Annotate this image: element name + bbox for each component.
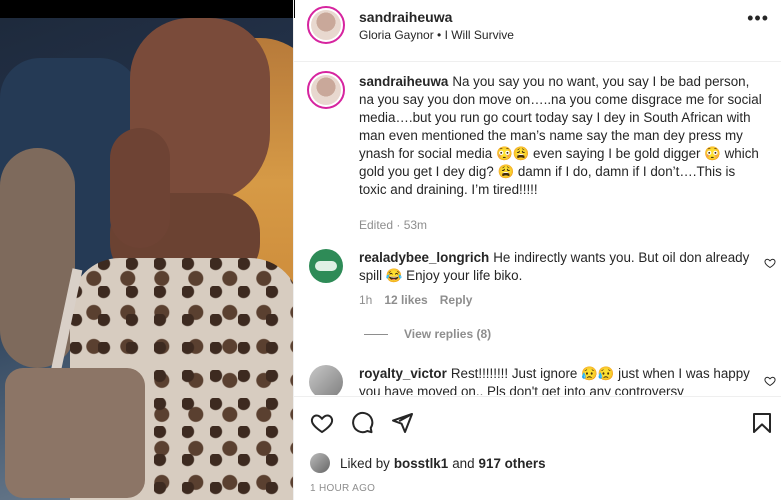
caption-text: Na you say you no want, you say I be bad… [359,74,762,197]
liked-by-prefix: Liked by [340,455,390,471]
post-modal: sandraiheuwa Gloria Gaynor • I Will Surv… [0,0,781,500]
heart-icon[interactable] [764,375,776,387]
caption-meta: Edited · 53m [359,218,428,232]
share-icon[interactable] [390,411,414,435]
post-username[interactable]: sandraiheuwa [359,9,452,25]
avatar[interactable] [309,365,343,395]
view-replies-label: View replies (8) [404,327,492,341]
avatar[interactable] [307,6,345,44]
liked-by: Liked by bosstlk1 and 917 others [310,452,550,474]
handbag [5,368,145,498]
avatar[interactable] [310,453,330,473]
comment-likes[interactable]: 12 likes [384,293,427,307]
likes-count[interactable]: 917 others [479,456,546,471]
more-horizontal-icon[interactable]: ••• [747,8,769,29]
audio-label[interactable]: Gloria Gaynor • I Will Survive [359,28,514,42]
post-photo[interactable] [0,18,293,500]
heart-icon[interactable] [764,257,776,269]
avatar[interactable] [309,249,343,283]
details-panel: sandraiheuwa Gloria Gaynor • I Will Surv… [293,0,781,500]
liked-by-user[interactable]: bosstlk1 [394,456,448,471]
comments-list[interactable]: sandraiheuwa Na you say you no want, you … [294,63,781,395]
post-header: sandraiheuwa Gloria Gaynor • I Will Surv… [294,0,781,62]
heart-icon[interactable] [310,411,334,435]
comment-username[interactable]: realadybee_longrich [359,250,489,265]
post-timestamp: 1 hour ago [310,483,376,494]
comment-username[interactable]: royalty_victor [359,366,447,381]
action-bar: Liked by bosstlk1 and 917 others 1 hour … [294,396,781,500]
reply-button[interactable]: Reply [440,293,473,307]
comment-icon[interactable] [350,411,374,435]
comment-time: 1h [359,293,373,307]
hand [110,128,170,248]
avatar[interactable] [307,71,345,109]
bookmark-icon[interactable] [750,411,774,435]
caption-username[interactable]: sandraiheuwa [359,74,448,89]
view-replies-button[interactable]: View replies (8) [364,327,491,341]
top-bar [0,0,295,18]
liked-by-joiner: and [452,455,475,471]
